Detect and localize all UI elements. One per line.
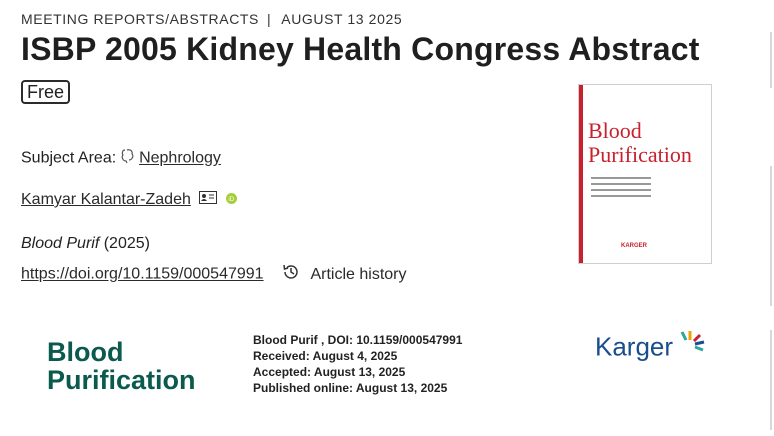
cover-publisher: KARGER: [621, 243, 648, 249]
article-history-button[interactable]: Article history: [282, 263, 407, 286]
info-doi: Blood Purif , DOI: 10.1159/000547991: [253, 333, 463, 347]
orcid-icon[interactable]: iD: [225, 191, 237, 209]
cover-title-line2: Purification: [588, 142, 692, 167]
subject-area: Subject Area: Nephrology: [21, 148, 221, 169]
subject-area-link[interactable]: Nephrology: [139, 150, 221, 167]
subject-area-label: Subject Area:: [21, 149, 117, 167]
cover-title: Blood Purification: [588, 119, 692, 167]
svg-text:iD: iD: [228, 197, 234, 203]
author-link[interactable]: Kamyar Kalantar-Zadeh: [21, 191, 191, 208]
publication-info: Blood Purif , DOI: 10.1159/000547991 Rec…: [253, 332, 462, 396]
meta-separator: |: [267, 11, 272, 27]
doi-line: https://doi.org/10.1159/000547991 Articl…: [21, 263, 407, 286]
journal-logo-line2: Purification: [47, 365, 196, 395]
journal-logo-line1: Blood: [47, 337, 124, 367]
citation-year: (2025): [103, 235, 150, 252]
history-icon: [282, 263, 300, 286]
journal-name: Blood Purif: [21, 235, 100, 252]
info-received: Received: August 4, 2025: [253, 349, 398, 363]
doi-link[interactable]: https://doi.org/10.1159/000547991: [21, 266, 264, 283]
info-published: Published online: August 13, 2025: [253, 381, 448, 395]
right-edge-divider: [770, 330, 772, 430]
info-accepted: Accepted: August 13, 2025: [253, 365, 406, 379]
free-badge: Free: [21, 80, 71, 104]
cover-strip: [579, 85, 583, 263]
journal-cover[interactable]: Blood Purification KARGER: [578, 84, 712, 264]
cover-title-line1: Blood: [588, 118, 642, 143]
karger-logo: Karger: [595, 330, 708, 363]
contact-card-icon[interactable]: [199, 191, 218, 209]
publication-date: AUGUST 13 2025: [281, 11, 403, 27]
karger-mark-icon: [680, 331, 705, 352]
citation: Blood Purif (2025): [21, 235, 150, 253]
author-line: Kamyar Kalantar-Zadeh iD: [21, 191, 237, 209]
cover-text-lines: [591, 177, 651, 201]
karger-logo-text: Karger: [595, 331, 674, 362]
article-category: MEETING REPORTS/ABSTRACTS: [21, 11, 259, 27]
article-meta: MEETING REPORTS/ABSTRACTS | AUGUST 13 2025: [21, 11, 402, 27]
article-history-link[interactable]: Article history: [310, 266, 406, 283]
article-title: ISBP 2005 Kidney Health Congress Abstrac…: [21, 31, 700, 67]
brain-icon: [121, 148, 135, 169]
right-edge-divider: [770, 166, 772, 306]
right-edge-divider: [770, 32, 772, 88]
journal-logo: Blood Purification: [47, 338, 196, 394]
